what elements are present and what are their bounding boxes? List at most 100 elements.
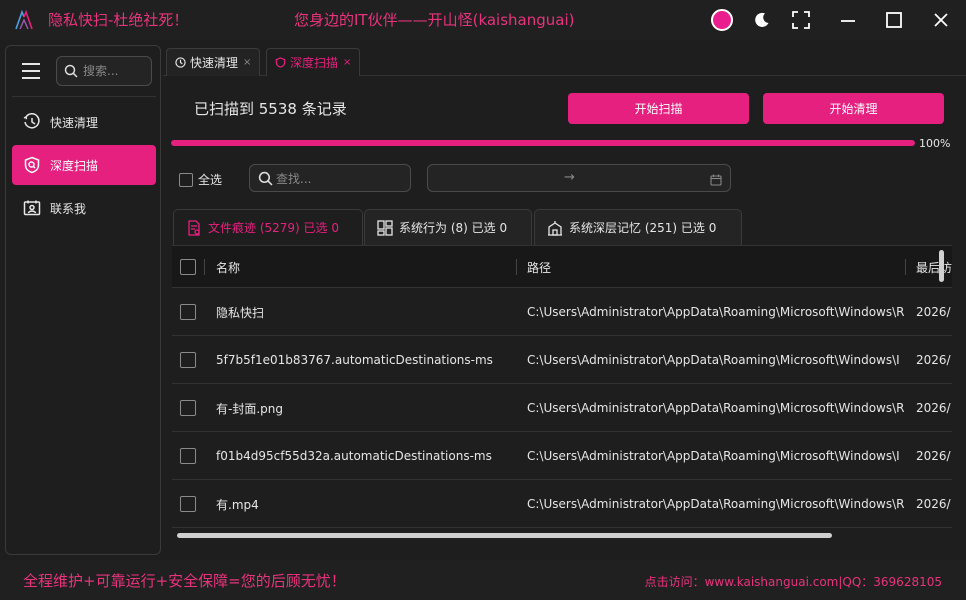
checkbox[interactable] bbox=[180, 448, 196, 464]
category-tab-label: 系统深层记忆 (251) 已选 0 bbox=[569, 221, 717, 235]
checkbox[interactable] bbox=[180, 352, 196, 368]
building-icon bbox=[547, 220, 563, 236]
vertical-scrollbar-thumb[interactable] bbox=[939, 250, 944, 282]
row-checkbox-cell[interactable] bbox=[180, 336, 196, 384]
fullscreen-icon[interactable] bbox=[789, 8, 813, 32]
footer-tagline: 全程维护+可靠运行+安全保障=您的后顾无忧！ bbox=[23, 572, 346, 590]
windows-grid-icon bbox=[377, 219, 393, 236]
header-select-all[interactable] bbox=[180, 246, 196, 288]
main-panel: 快速清理 × 深度扫描 × 已扫描到 5538 条记录 开始扫描 开始清理 10… bbox=[163, 45, 966, 555]
start-clean-button[interactable]: 开始清理 bbox=[763, 93, 944, 124]
tab-deep-memory[interactable]: 系统深层记忆 (251) 已选 0 bbox=[534, 209, 742, 245]
sidebar-item-label: 联系我 bbox=[50, 201, 87, 216]
search-icon bbox=[258, 171, 273, 186]
row-time: 2026/ bbox=[916, 401, 951, 415]
app-slogan: 您身边的IT伙伴——开山怪(kaishanguai) bbox=[294, 11, 575, 29]
row-time: 2026/ bbox=[916, 305, 951, 319]
table-row[interactable]: 有-封面.png C:\Users\Administrator\AppData\… bbox=[172, 384, 952, 432]
filter-search[interactable] bbox=[249, 164, 411, 192]
scan-progress-text: 100% bbox=[919, 137, 951, 150]
sidebar-item-label: 深度扫描 bbox=[50, 158, 99, 173]
row-path: C:\Users\Administrator\AppData\Roaming\M… bbox=[527, 305, 905, 319]
horizontal-scrollbar[interactable] bbox=[172, 531, 952, 539]
row-time: 2026/ bbox=[916, 353, 951, 367]
category-tab-label: 文件痕迹 (5279) 已选 0 bbox=[208, 221, 339, 235]
tab-close-icon[interactable]: × bbox=[343, 57, 351, 68]
footer: 全程维护+可靠运行+安全保障=您的后顾无忧！ 点击访问：www.kaishang… bbox=[0, 560, 966, 600]
row-time: 2026/ bbox=[916, 449, 951, 463]
sidebar-search-input[interactable] bbox=[83, 62, 149, 80]
sidebar: 快速清理 深度扫描 联系我 bbox=[5, 45, 161, 555]
row-checkbox-cell[interactable] bbox=[180, 480, 196, 528]
date-range-picker[interactable]: → bbox=[427, 164, 731, 192]
sidebar-search[interactable] bbox=[56, 56, 152, 86]
checkbox[interactable] bbox=[180, 304, 196, 320]
minimize-icon[interactable] bbox=[836, 8, 860, 32]
moon-icon[interactable] bbox=[750, 8, 774, 32]
row-name: 隐私快扫 bbox=[216, 305, 265, 320]
table-row[interactable]: f01b4d95cf55d32a.automaticDestinations-m… bbox=[172, 432, 952, 480]
table-row[interactable]: 有.mp4 C:\Users\Administrator\AppData\Roa… bbox=[172, 480, 952, 528]
app-logo-icon bbox=[12, 8, 36, 32]
category-tab-label: 系统行为 (8) 已选 0 bbox=[399, 221, 508, 235]
select-all-checkbox[interactable]: 全选 bbox=[179, 171, 222, 188]
row-checkbox-cell[interactable] bbox=[180, 384, 196, 432]
table-row[interactable]: 隐私快扫 C:\Users\Administrator\AppData\Roam… bbox=[172, 288, 952, 336]
date-range-arrow: → bbox=[564, 170, 575, 185]
scan-progress-fill bbox=[171, 140, 915, 146]
shield-icon bbox=[275, 57, 286, 68]
start-scan-button[interactable]: 开始扫描 bbox=[568, 93, 749, 124]
column-separator bbox=[905, 259, 906, 275]
row-name: 有.mp4 bbox=[216, 497, 259, 512]
row-path: C:\Users\Administrator\AppData\Roaming\M… bbox=[527, 401, 905, 415]
title-bar: 隐私快扫-杜绝社死！ 您身边的IT伙伴——开山怪(kaishanguai) bbox=[0, 0, 966, 40]
row-checkbox-cell[interactable] bbox=[180, 288, 196, 336]
row-name: 5f7b5f1e01b83767.automaticDestinations-m… bbox=[216, 353, 493, 367]
filter-search-input[interactable] bbox=[276, 170, 404, 188]
sidebar-divider bbox=[12, 96, 156, 97]
row-time: 2026/ bbox=[916, 497, 951, 511]
column-separator bbox=[204, 259, 205, 275]
tab-file-traces[interactable]: 文件痕迹 (5279) 已选 0 bbox=[173, 209, 363, 245]
table-header: 名称 路径 最后访 bbox=[172, 246, 952, 288]
clock-icon bbox=[175, 57, 186, 68]
row-name: f01b4d95cf55d32a.automaticDestinations-m… bbox=[216, 449, 492, 463]
table-row[interactable]: 5f7b5f1e01b83767.automaticDestinations-m… bbox=[172, 336, 952, 384]
sidebar-item-deep-scan[interactable]: 深度扫描 bbox=[12, 145, 156, 185]
tab-deep-scan[interactable]: 深度扫描 × bbox=[266, 48, 361, 76]
shield-search-icon bbox=[22, 155, 42, 175]
column-header-path[interactable]: 路径 bbox=[527, 246, 551, 288]
row-name: 有-封面.png bbox=[216, 401, 283, 416]
sidebar-item-quick-clean[interactable]: 快速清理 bbox=[12, 102, 156, 142]
scan-progress-bar bbox=[171, 140, 915, 146]
row-path: C:\Users\Administrator\AppData\Roaming\M… bbox=[527, 449, 900, 463]
column-header-last-access[interactable]: 最后访 bbox=[916, 246, 952, 288]
column-header-name[interactable]: 名称 bbox=[216, 246, 240, 288]
footer-website-link[interactable]: 点击访问：www.kaishanguai.com|QQ：369628105 bbox=[645, 573, 942, 590]
tab-close-icon[interactable]: × bbox=[243, 57, 251, 68]
column-separator bbox=[516, 259, 517, 275]
records-table: 名称 路径 最后访 隐私快扫 C:\Users\Administrator\Ap… bbox=[172, 245, 952, 540]
sidebar-item-label: 快速清理 bbox=[50, 115, 99, 130]
row-checkbox-cell[interactable] bbox=[180, 432, 196, 480]
theme-dot-icon[interactable] bbox=[710, 8, 734, 32]
tab-quick-clean[interactable]: 快速清理 × bbox=[166, 48, 261, 76]
row-path: C:\Users\Administrator\AppData\Roaming\M… bbox=[527, 497, 905, 511]
close-icon[interactable] bbox=[929, 8, 953, 32]
tab-label: 深度扫描 bbox=[290, 56, 339, 70]
select-all-label: 全选 bbox=[198, 173, 223, 187]
horizontal-scrollbar-thumb[interactable] bbox=[177, 533, 832, 538]
clock-icon bbox=[22, 112, 42, 132]
checkbox[interactable] bbox=[180, 400, 196, 416]
checkbox[interactable] bbox=[180, 259, 196, 275]
maximize-icon[interactable] bbox=[882, 8, 906, 32]
row-path: C:\Users\Administrator\AppData\Roaming\M… bbox=[527, 353, 900, 367]
sidebar-item-contact[interactable]: 联系我 bbox=[12, 188, 156, 228]
search-icon bbox=[64, 64, 78, 78]
tab-system-behavior[interactable]: 系统行为 (8) 已选 0 bbox=[364, 209, 532, 245]
checkbox[interactable] bbox=[180, 496, 196, 512]
hamburger-menu-icon[interactable] bbox=[22, 63, 40, 79]
app-title: 隐私快扫-杜绝社死！ bbox=[48, 11, 189, 29]
contact-card-icon bbox=[22, 198, 42, 218]
checkbox[interactable] bbox=[179, 172, 193, 187]
